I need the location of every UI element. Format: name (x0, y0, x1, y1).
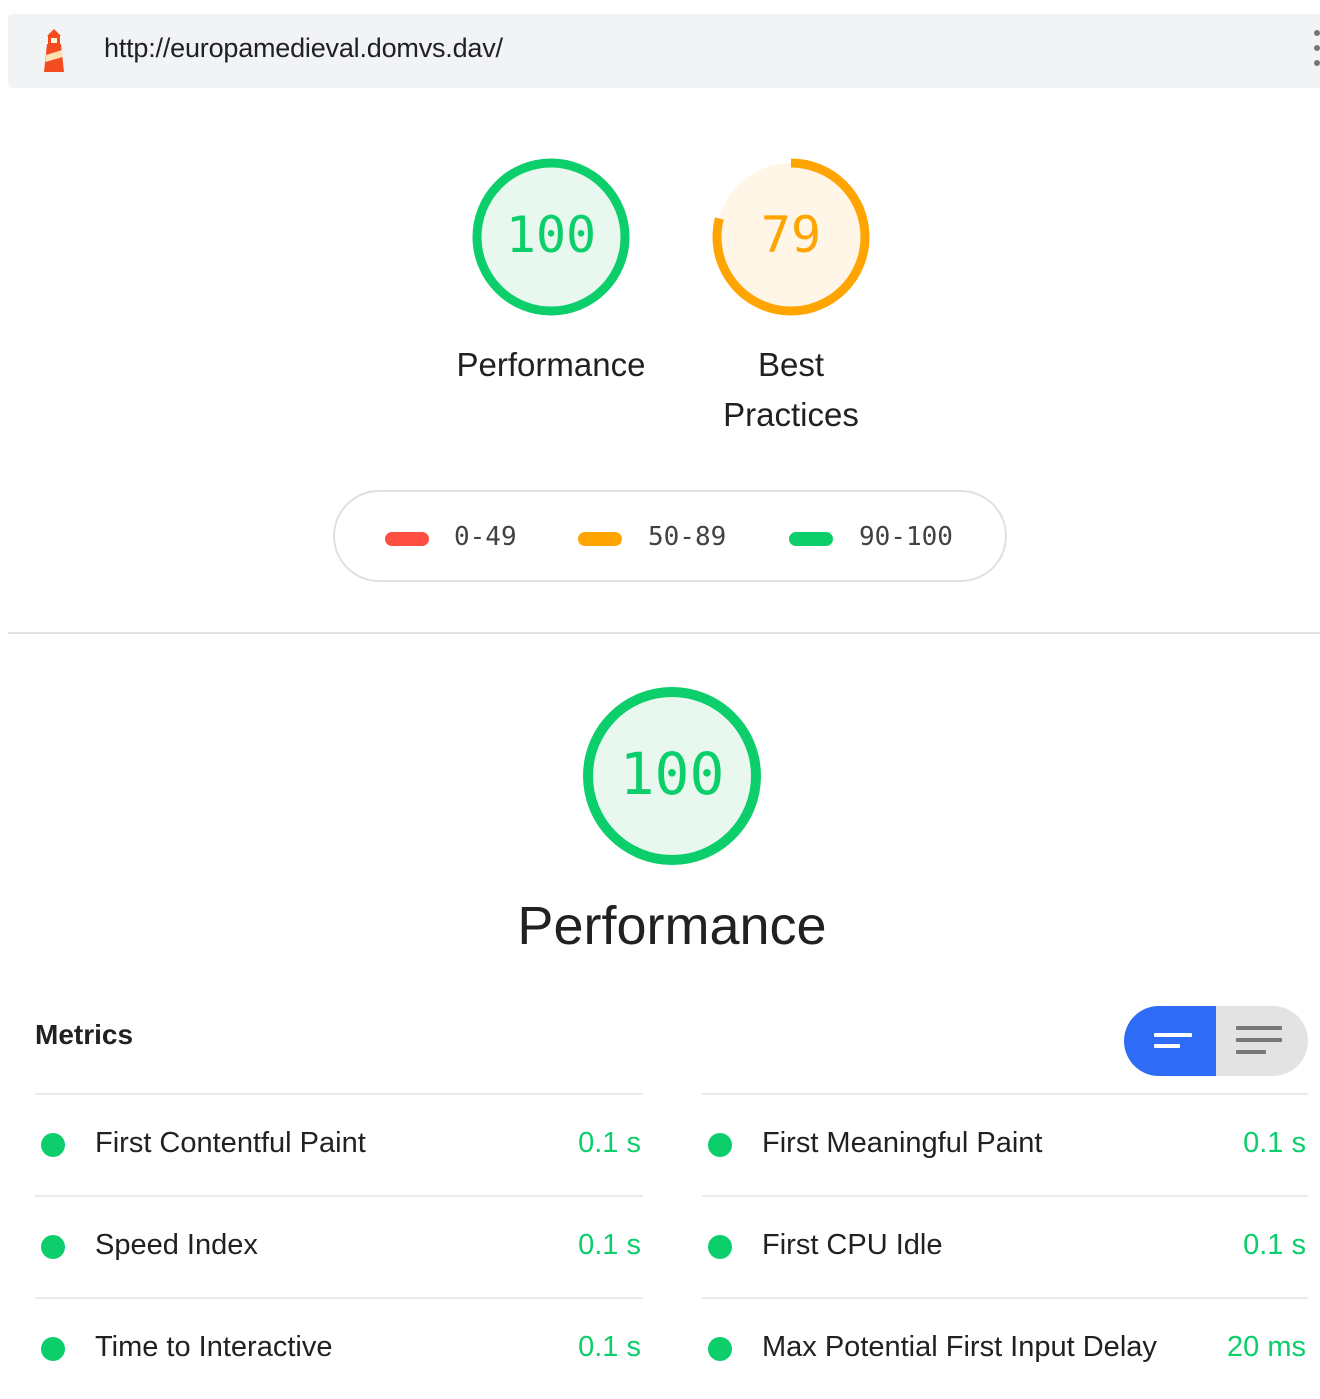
metric-row[interactable]: First CPU Idle 0.1 s (702, 1195, 1308, 1297)
metrics-column-left: First Contentful Paint 0.1 s Speed Index… (35, 1093, 643, 1399)
pass-indicator-icon (708, 1235, 732, 1259)
metric-row[interactable]: Speed Index 0.1 s (35, 1195, 643, 1297)
report-header: http://europamedieval.domvs.dav/ (8, 14, 1320, 88)
gauge-performance-score: 100 (505, 206, 597, 264)
legend-fail-swatch (385, 532, 429, 546)
category-performance-title: Performance (517, 896, 827, 956)
metric-value: 0.1 s (578, 1229, 641, 1261)
category-performance-score: 100 (619, 740, 725, 808)
page-url[interactable]: http://europamedieval.domvs.dav/ (104, 33, 503, 64)
gauge-best-practices-label-line1: Best (757, 346, 825, 383)
metrics-title: Metrics (35, 1019, 134, 1050)
pass-indicator-icon (708, 1337, 732, 1361)
gauge-best-practices[interactable]: 79 Best Practices (671, 150, 911, 450)
expanded-view-icon[interactable] (1216, 1006, 1308, 1076)
metric-value: 0.1 s (1243, 1229, 1306, 1261)
metrics-column-right: First Meaningful Paint 0.1 s First CPU I… (702, 1093, 1308, 1399)
score-scale-legend: 0-49 50-89 90-100 (333, 490, 1007, 582)
metric-value: 0.1 s (1243, 1127, 1306, 1159)
metrics-view-toggle[interactable] (1124, 1006, 1308, 1076)
metric-row[interactable]: First Meaningful Paint 0.1 s (702, 1093, 1308, 1195)
metric-row[interactable]: Max Potential First Input Delay 20 ms (702, 1297, 1308, 1399)
category-performance-gauge: 100 (572, 680, 772, 880)
metric-value: 0.1 s (578, 1127, 641, 1159)
pass-indicator-icon (708, 1133, 732, 1157)
legend-fail-label: 0-49 (454, 522, 517, 552)
metric-name: Time to Interactive (95, 1331, 333, 1363)
gauge-best-practices-label-line2: Practices (723, 396, 859, 433)
pass-indicator-icon (41, 1235, 65, 1259)
legend-pass-label: 90-100 (859, 522, 953, 552)
gauge-best-practices-score: 79 (760, 206, 822, 264)
legend-average-swatch (578, 532, 622, 546)
kebab-menu-icon[interactable] (1314, 30, 1320, 74)
section-divider (8, 632, 1320, 634)
pass-indicator-icon (41, 1133, 65, 1157)
metric-row[interactable]: First Contentful Paint 0.1 s (35, 1093, 643, 1195)
metric-name: First CPU Idle (762, 1229, 943, 1261)
metric-row[interactable]: Time to Interactive 0.1 s (35, 1297, 643, 1399)
lighthouse-icon (44, 29, 64, 72)
compact-view-icon[interactable] (1124, 1006, 1216, 1076)
gauge-performance-label: Performance (456, 346, 646, 383)
metric-value: 20 ms (1227, 1331, 1306, 1363)
legend-average-label: 50-89 (648, 522, 727, 552)
metric-name: Speed Index (95, 1229, 258, 1261)
pass-indicator-icon (41, 1337, 65, 1361)
gauge-performance[interactable]: 100 Performance (431, 150, 671, 400)
metric-name: Max Potential First Input Delay (762, 1331, 1157, 1363)
legend-pass-swatch (789, 532, 833, 546)
gauge-best-practices-label: Best Practices (671, 340, 911, 440)
metric-name: First Meaningful Paint (762, 1127, 1043, 1159)
metric-name: First Contentful Paint (95, 1127, 366, 1159)
metric-value: 0.1 s (578, 1331, 641, 1363)
